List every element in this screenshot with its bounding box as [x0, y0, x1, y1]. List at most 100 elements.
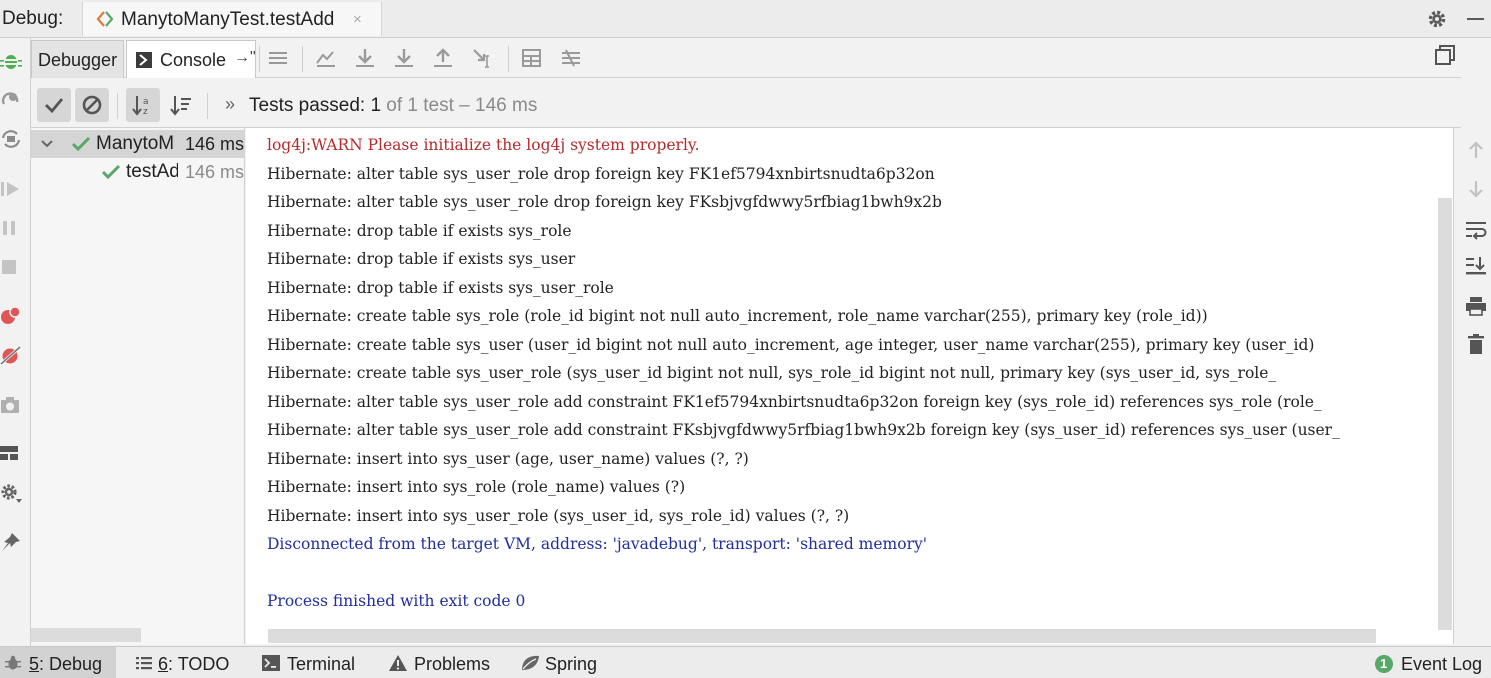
step-into-icon[interactable]: [393, 47, 415, 69]
tree-item-test-method[interactable]: testAd 146 ms: [31, 158, 245, 186]
console-line: Hibernate: alter table sys_user_role add…: [267, 392, 1322, 411]
layout-icon[interactable]: [0, 442, 22, 464]
minimize-icon[interactable]: [1464, 8, 1486, 30]
test-runner-toolbar: a z » Tests passed: 1 of 1 test – 146 ms: [31, 84, 1461, 128]
console-horizontal-scrollbar[interactable]: [268, 629, 1376, 643]
spring-leaf-icon: [522, 655, 539, 670]
sort-alphabetically-toggle[interactable]: a z: [126, 88, 160, 122]
bottom-tab-debug[interactable]: 5: Debug: [0, 647, 116, 678]
passed-check-icon: [71, 136, 91, 152]
tree-item-time: 146 ms: [185, 162, 245, 182]
tree-item-test-class[interactable]: ManytoM 146 ms: [31, 130, 245, 158]
chevron-down-icon[interactable]: [40, 138, 54, 150]
tool-window-title: Debug:: [2, 8, 64, 29]
bottom-tab-debug-label: 5: Debug: [29, 654, 103, 674]
bottom-tab-todo-label: 6: TODO: [158, 654, 230, 674]
console-output[interactable]: log4j:WARN Please initialize the log4j s…: [246, 128, 1453, 644]
bottom-tab-todo[interactable]: 6: TODO: [130, 647, 242, 678]
list-icon: [136, 657, 152, 670]
resume-icon[interactable]: [0, 178, 22, 200]
console-pin-icon[interactable]: →": [234, 49, 256, 67]
restore-layout-icon[interactable]: [0, 128, 22, 150]
rerun-debug-icon[interactable]: [0, 50, 22, 72]
sort-by-duration-button[interactable]: [164, 88, 198, 122]
console-line: Hibernate: alter table sys_user_role dro…: [267, 193, 942, 211]
bottom-tab-terminal[interactable]: Terminal: [256, 647, 368, 678]
status-suffix: of 1 test – 146 ms: [381, 95, 538, 116]
toolbar-separator: [508, 46, 509, 72]
show-passed-toggle[interactable]: [37, 88, 71, 122]
scroll-to-end-icon[interactable]: [1465, 255, 1487, 277]
pause-icon[interactable]: [0, 217, 22, 239]
soft-wrap-icon[interactable]: [1465, 218, 1487, 240]
toolbar-separator: [259, 46, 260, 72]
tree-item-label: testAd: [126, 161, 178, 182]
console-line: Disconnected from the target VM, address…: [267, 535, 928, 553]
tab-console-label: Console: [160, 50, 227, 70]
sort-alpha-icon: a z: [132, 96, 149, 116]
bottom-tool-bar: 5: Debug 6: TODO Terminal Problems Sprin…: [0, 646, 1491, 678]
debug-session-tab-label: ManytoManyTest.testAdd: [121, 9, 335, 30]
console-line: Hibernate: insert into sys_user_role (sy…: [267, 506, 850, 525]
tree-horizontal-scrollbar[interactable]: [31, 628, 141, 642]
bottom-tab-problems-label: Problems: [414, 654, 491, 674]
settings-icon[interactable]: [0, 482, 22, 504]
bottom-tab-spring[interactable]: Spring: [516, 647, 616, 678]
console-line: Hibernate: insert into sys_role (role_na…: [267, 478, 686, 496]
up-arrow-icon[interactable]: [1465, 139, 1487, 161]
console-line: Hibernate: drop table if exists sys_user: [267, 250, 576, 268]
console-line: Hibernate: alter table sys_user_role add…: [267, 421, 1340, 439]
step-over-icon[interactable]: [354, 47, 376, 69]
view-breakpoints-icon[interactable]: [0, 304, 22, 326]
chevron-right-icon[interactable]: »: [225, 94, 235, 115]
debug-tab-strip: Debugger Console →": [31, 38, 1461, 78]
debug-left-toolbar: [0, 38, 31, 646]
trace-icon[interactable]: [560, 47, 582, 69]
svg-text:a: a: [143, 97, 149, 107]
console-line: Hibernate: create table sys_role (role_i…: [267, 307, 1208, 325]
camera-icon[interactable]: [0, 394, 22, 416]
close-icon[interactable]: ×: [353, 11, 362, 28]
pin-icon[interactable]: [0, 531, 22, 553]
event-log-label: Event Log: [1401, 654, 1483, 674]
event-log-button[interactable]: 1 Event Log: [1370, 647, 1486, 678]
run-to-cursor-icon[interactable]: [472, 47, 494, 69]
menu-icon[interactable]: [267, 47, 289, 69]
terminal-icon: [262, 655, 280, 671]
tab-debugger[interactable]: Debugger: [31, 40, 124, 78]
rerun-failed-icon[interactable]: [0, 88, 22, 110]
bottom-tab-problems[interactable]: Problems: [384, 647, 502, 678]
console-icon: [136, 52, 152, 68]
trash-icon[interactable]: [1465, 333, 1487, 355]
console-line: Hibernate: create table sys_user (user_i…: [267, 335, 1315, 354]
console-line: Hibernate: insert into sys_user (age, us…: [267, 449, 749, 468]
down-arrow-icon[interactable]: [1465, 178, 1487, 200]
diamond-icon: [96, 11, 113, 27]
console-vertical-scrollbar[interactable]: [1438, 198, 1452, 630]
tree-item-time: 146 ms: [185, 134, 245, 154]
console-line: Hibernate: drop table if exists sys_user…: [267, 278, 614, 297]
svg-text:z: z: [143, 107, 148, 116]
mute-breakpoints-icon[interactable]: [0, 344, 22, 366]
tree-item-label: ManytoM: [96, 133, 175, 154]
show-ignored-toggle[interactable]: [75, 88, 109, 122]
restore-window-icon[interactable]: [1434, 44, 1456, 66]
console-line: Process finished with exit code 0: [267, 592, 526, 610]
print-icon[interactable]: [1465, 295, 1487, 317]
console-line: Hibernate: drop table if exists sys_role: [267, 221, 572, 240]
show-execution-point-icon[interactable]: [315, 47, 337, 69]
bottom-tab-spring-label: Spring: [545, 654, 598, 674]
evaluate-icon[interactable]: [521, 47, 543, 69]
console-line: log4j:WARN Please initialize the log4j s…: [267, 136, 700, 154]
check-icon: [45, 98, 64, 114]
debug-session-tab[interactable]: ManytoManyTest.testAdd ×: [82, 2, 382, 36]
step-out-icon[interactable]: [432, 47, 454, 69]
console-line: Hibernate: alter table sys_user_role dro…: [267, 164, 935, 183]
title-bar: Debug: ManytoManyTest.testAdd ×: [0, 0, 1491, 38]
passed-count: 1: [370, 95, 382, 116]
gear-icon[interactable]: [1426, 8, 1448, 30]
stop-icon[interactable]: [0, 256, 22, 278]
warning-icon: [389, 655, 407, 671]
ban-icon: [82, 95, 102, 115]
tab-console[interactable]: Console →": [126, 40, 256, 78]
